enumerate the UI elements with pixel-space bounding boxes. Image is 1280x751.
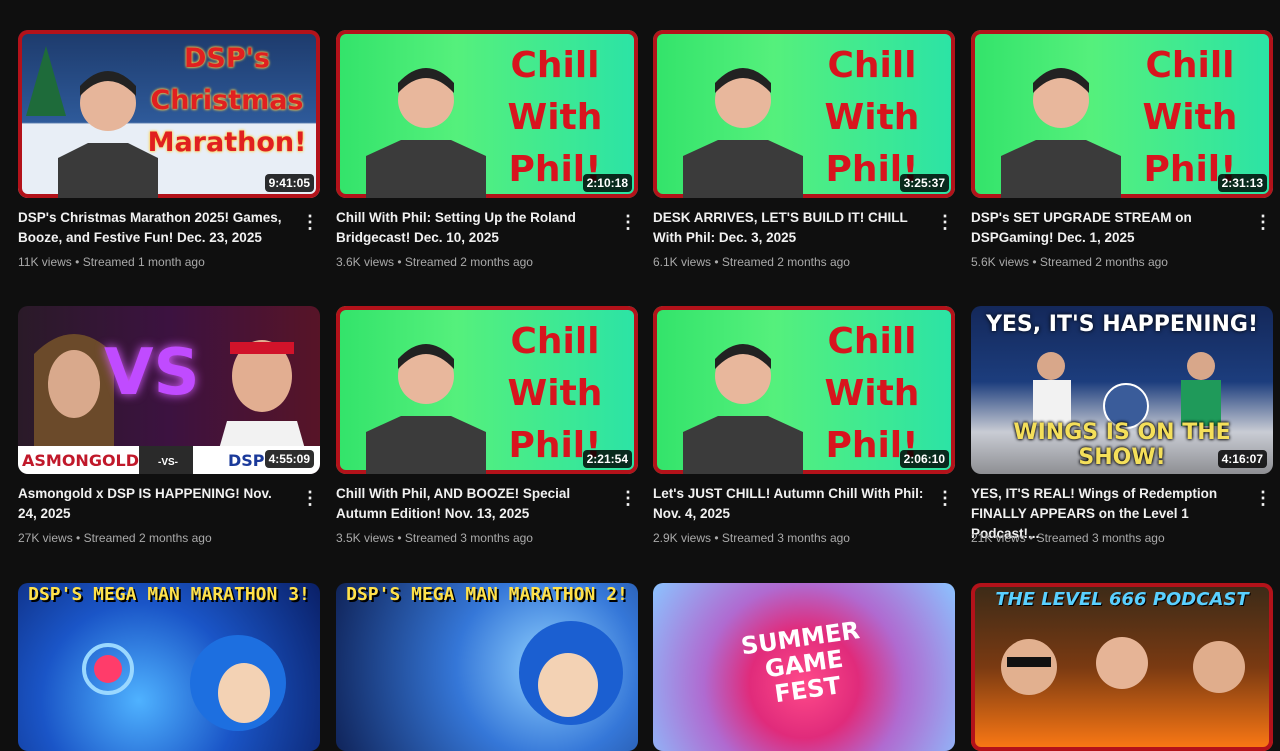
more-options-icon[interactable]: ⋮ (1253, 212, 1273, 236)
video-title[interactable]: DESK ARRIVES, LET'S BUILD IT! CHILL With… (653, 208, 925, 248)
meta-separator: • (72, 531, 84, 545)
duration-badge: 2:21:54 (582, 450, 632, 468)
mega-man-image (190, 635, 286, 731)
meta-separator: • (1025, 531, 1037, 545)
video-meta: 11K views • Streamed 1 month ago (18, 255, 308, 269)
upload-age: Streamed 2 months ago (404, 255, 533, 269)
meta-separator: • (1029, 255, 1040, 269)
meta-separator: • (711, 255, 722, 269)
video-title[interactable]: DSP's SET UPGRADE STREAM on DSPGaming! D… (971, 208, 1243, 248)
mega-man-image (519, 621, 623, 725)
video-thumbnail[interactable]: Chill With Phil! 3:25:37 (653, 30, 955, 198)
video-thumbnail[interactable]: YES, IT'S HAPPENING! WINGS IS ON THE SHO… (971, 306, 1273, 474)
person-image (217, 340, 307, 456)
person-image (1001, 68, 1121, 198)
duration-badge: 2:06:10 (899, 450, 949, 468)
video-thumbnail[interactable]: Chill With Phil! 2:31:13 (971, 30, 1273, 198)
video-thumbnail[interactable]: DSP'S MEGA MAN MARATHON 3! (18, 583, 320, 751)
right-name-label: DSP (228, 451, 265, 470)
upload-age: Streamed 3 months ago (404, 531, 533, 545)
buster-shot-icon (82, 643, 134, 695)
upload-age: Streamed 3 months ago (721, 531, 850, 545)
person-image (366, 68, 486, 198)
video-meta: 27K views • Streamed 2 months ago (18, 531, 308, 545)
video-thumbnail[interactable]: SUMMER GAME FEST (653, 583, 955, 751)
video-title[interactable]: DSP's Christmas Marathon 2025! Games, Bo… (18, 208, 290, 248)
view-count: 3.5K views (336, 531, 395, 545)
upload-age: Streamed 2 months ago (1039, 255, 1168, 269)
thumbnail-text: Chill With Phil! (824, 45, 920, 190)
tree-icon (26, 46, 66, 116)
video-thumbnail[interactable]: DSP's Christmas Marathon! 9:41:05 (18, 30, 320, 198)
more-options-icon[interactable]: ⋮ (300, 488, 320, 512)
view-count: 3.6K views (336, 255, 395, 269)
duration-badge: 3:25:37 (899, 174, 949, 192)
view-count: 27K views (18, 531, 73, 545)
upload-age: Streamed 1 month ago (82, 255, 205, 269)
duration-badge: 4:55:09 (264, 450, 314, 468)
thumbnail-text: THE LEVEL 666 PODCAST (995, 589, 1249, 610)
view-count: 2.9K views (653, 531, 712, 545)
video-meta: 5.6K views • Streamed 2 months ago (971, 255, 1261, 269)
video-meta: 21K views • Streamed 3 months ago (971, 531, 1261, 545)
duration-badge: 2:31:13 (1217, 174, 1267, 192)
meta-separator: • (711, 531, 722, 545)
meta-separator: • (394, 531, 405, 545)
thumbnail-text: DSP'S MEGA MAN MARATHON 2! (346, 584, 628, 605)
thumbnail-text: VS (104, 336, 200, 410)
thumbnail-text: DSP's Christmas Marathon! (147, 43, 307, 158)
duration-badge: 4:16:07 (1217, 450, 1267, 468)
thumbnail-text: Chill With Phil! (507, 321, 603, 466)
video-title[interactable]: Chill With Phil: Setting Up the Roland B… (336, 208, 608, 248)
more-options-icon[interactable]: ⋮ (935, 212, 955, 236)
view-count: 11K views (18, 255, 72, 269)
view-count: 21K views (971, 531, 1026, 545)
video-meta: 3.6K views • Streamed 2 months ago (336, 255, 626, 269)
video-meta: 6.1K views • Streamed 2 months ago (653, 255, 943, 269)
video-meta: 2.9K views • Streamed 3 months ago (653, 531, 943, 545)
video-title[interactable]: Let's JUST CHILL! Autumn Chill With Phil… (653, 484, 925, 524)
versus-label: -VS- (158, 457, 178, 468)
video-thumbnail[interactable]: VS ASMONGOLD -VS- DSP 4:55:09 (18, 306, 320, 474)
upload-age: Streamed 2 months ago (83, 531, 212, 545)
thumbnail-text: DSP'S MEGA MAN MARATHON 3! (28, 584, 310, 605)
thumbnail-text: Chill With Phil! (507, 45, 603, 190)
video-thumbnail[interactable]: Chill With Phil! 2:06:10 (653, 306, 955, 474)
more-options-icon[interactable]: ⋮ (1253, 488, 1273, 512)
video-meta: 3.5K views • Streamed 3 months ago (336, 531, 626, 545)
upload-age: Streamed 3 months ago (1036, 531, 1165, 545)
podcast-hosts-image (1001, 637, 1245, 695)
thumbnail-text: SUMMER GAME FEST (739, 616, 862, 709)
video-thumbnail[interactable]: DSP'S MEGA MAN MARATHON 2! (336, 583, 638, 751)
thumbnail-text: YES, IT'S HAPPENING! (985, 312, 1259, 337)
person-image (366, 344, 486, 474)
thumbnail-text: Chill With Phil! (824, 321, 920, 466)
duration-badge: 2:10:18 (582, 174, 632, 192)
video-thumbnail[interactable]: Chill With Phil! 2:10:18 (336, 30, 638, 198)
video-thumbnail[interactable]: THE LEVEL 666 PODCAST (971, 583, 1273, 751)
video-thumbnail[interactable]: Chill With Phil! 2:21:54 (336, 306, 638, 474)
more-options-icon[interactable]: ⋮ (935, 488, 955, 512)
left-name-label: ASMONGOLD (22, 451, 140, 470)
more-options-icon[interactable]: ⋮ (618, 488, 638, 512)
view-count: 5.6K views (971, 255, 1030, 269)
more-options-icon[interactable]: ⋮ (618, 212, 638, 236)
meta-separator: • (71, 255, 83, 269)
meta-separator: • (394, 255, 405, 269)
duration-badge: 9:41:05 (264, 174, 314, 192)
view-count: 6.1K views (653, 255, 712, 269)
video-title[interactable]: Chill With Phil, AND BOOZE! Special Autu… (336, 484, 608, 524)
thumbnail-text: Chill With Phil! (1142, 45, 1238, 190)
person-image (683, 68, 803, 198)
upload-age: Streamed 2 months ago (721, 255, 850, 269)
more-options-icon[interactable]: ⋮ (300, 212, 320, 236)
person-image (683, 344, 803, 474)
video-title[interactable]: Asmongold x DSP IS HAPPENING! Nov. 24, 2… (18, 484, 290, 524)
